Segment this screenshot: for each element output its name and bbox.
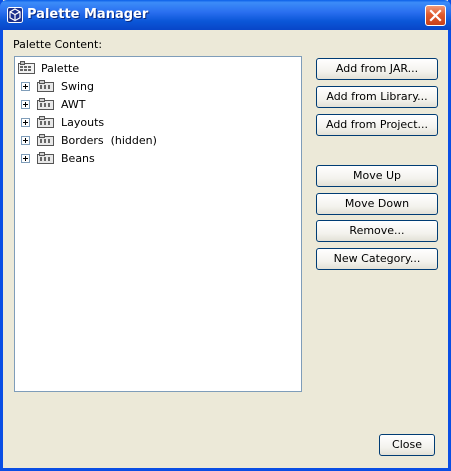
add-from-project-button[interactable]: Add from Project... (316, 114, 438, 136)
tree-item-label: AWT (61, 98, 86, 111)
folder-icon (37, 151, 55, 165)
expand-icon[interactable] (21, 136, 30, 145)
add-from-library-button[interactable]: Add from Library... (316, 86, 438, 108)
folder-icon (37, 97, 55, 111)
move-up-button[interactable]: Move Up (316, 165, 438, 187)
expand-icon[interactable] (21, 82, 30, 91)
tree-item-beans[interactable]: Beans (15, 150, 301, 168)
tree-item-borders[interactable]: Borders (hidden) (15, 132, 301, 150)
expand-icon[interactable] (21, 154, 30, 163)
new-category-button[interactable]: New Category... (316, 248, 438, 270)
tree-item-label: Beans (61, 152, 95, 165)
netbeans-cube-icon (7, 7, 23, 23)
folder-icon (37, 79, 55, 93)
tree-item-label: Swing (61, 80, 94, 93)
tree-root-palette[interactable]: Palette (15, 60, 301, 78)
close-icon (429, 9, 442, 22)
tree-root-label: Palette (41, 62, 80, 75)
folder-icon (37, 133, 55, 147)
tree-item-swing[interactable]: Swing (15, 78, 301, 96)
palette-manager-window: Palette Manager Palette Content: Palette… (0, 0, 451, 471)
move-down-button[interactable]: Move Down (316, 193, 438, 215)
close-window-button[interactable] (425, 5, 446, 26)
remove-button[interactable]: Remove... (316, 220, 438, 242)
tree-item-layouts[interactable]: Layouts (15, 114, 301, 132)
palette-icon (18, 61, 36, 75)
tree-item-label: Layouts (61, 116, 105, 129)
title-bar[interactable]: Palette Manager (0, 0, 451, 30)
palette-content-label: Palette Content: (13, 38, 103, 51)
close-button[interactable]: Close (379, 434, 435, 456)
add-from-jar-button[interactable]: Add from JAR... (316, 58, 438, 80)
palette-tree[interactable]: Palette Swing AWT Layouts Borders (hidde… (14, 56, 302, 392)
tree-item-label: Borders (hidden) (61, 134, 157, 147)
folder-icon (37, 115, 55, 129)
expand-icon[interactable] (21, 100, 30, 109)
expand-icon[interactable] (21, 118, 30, 127)
window-title: Palette Manager (27, 7, 149, 22)
tree-item-awt[interactable]: AWT (15, 96, 301, 114)
